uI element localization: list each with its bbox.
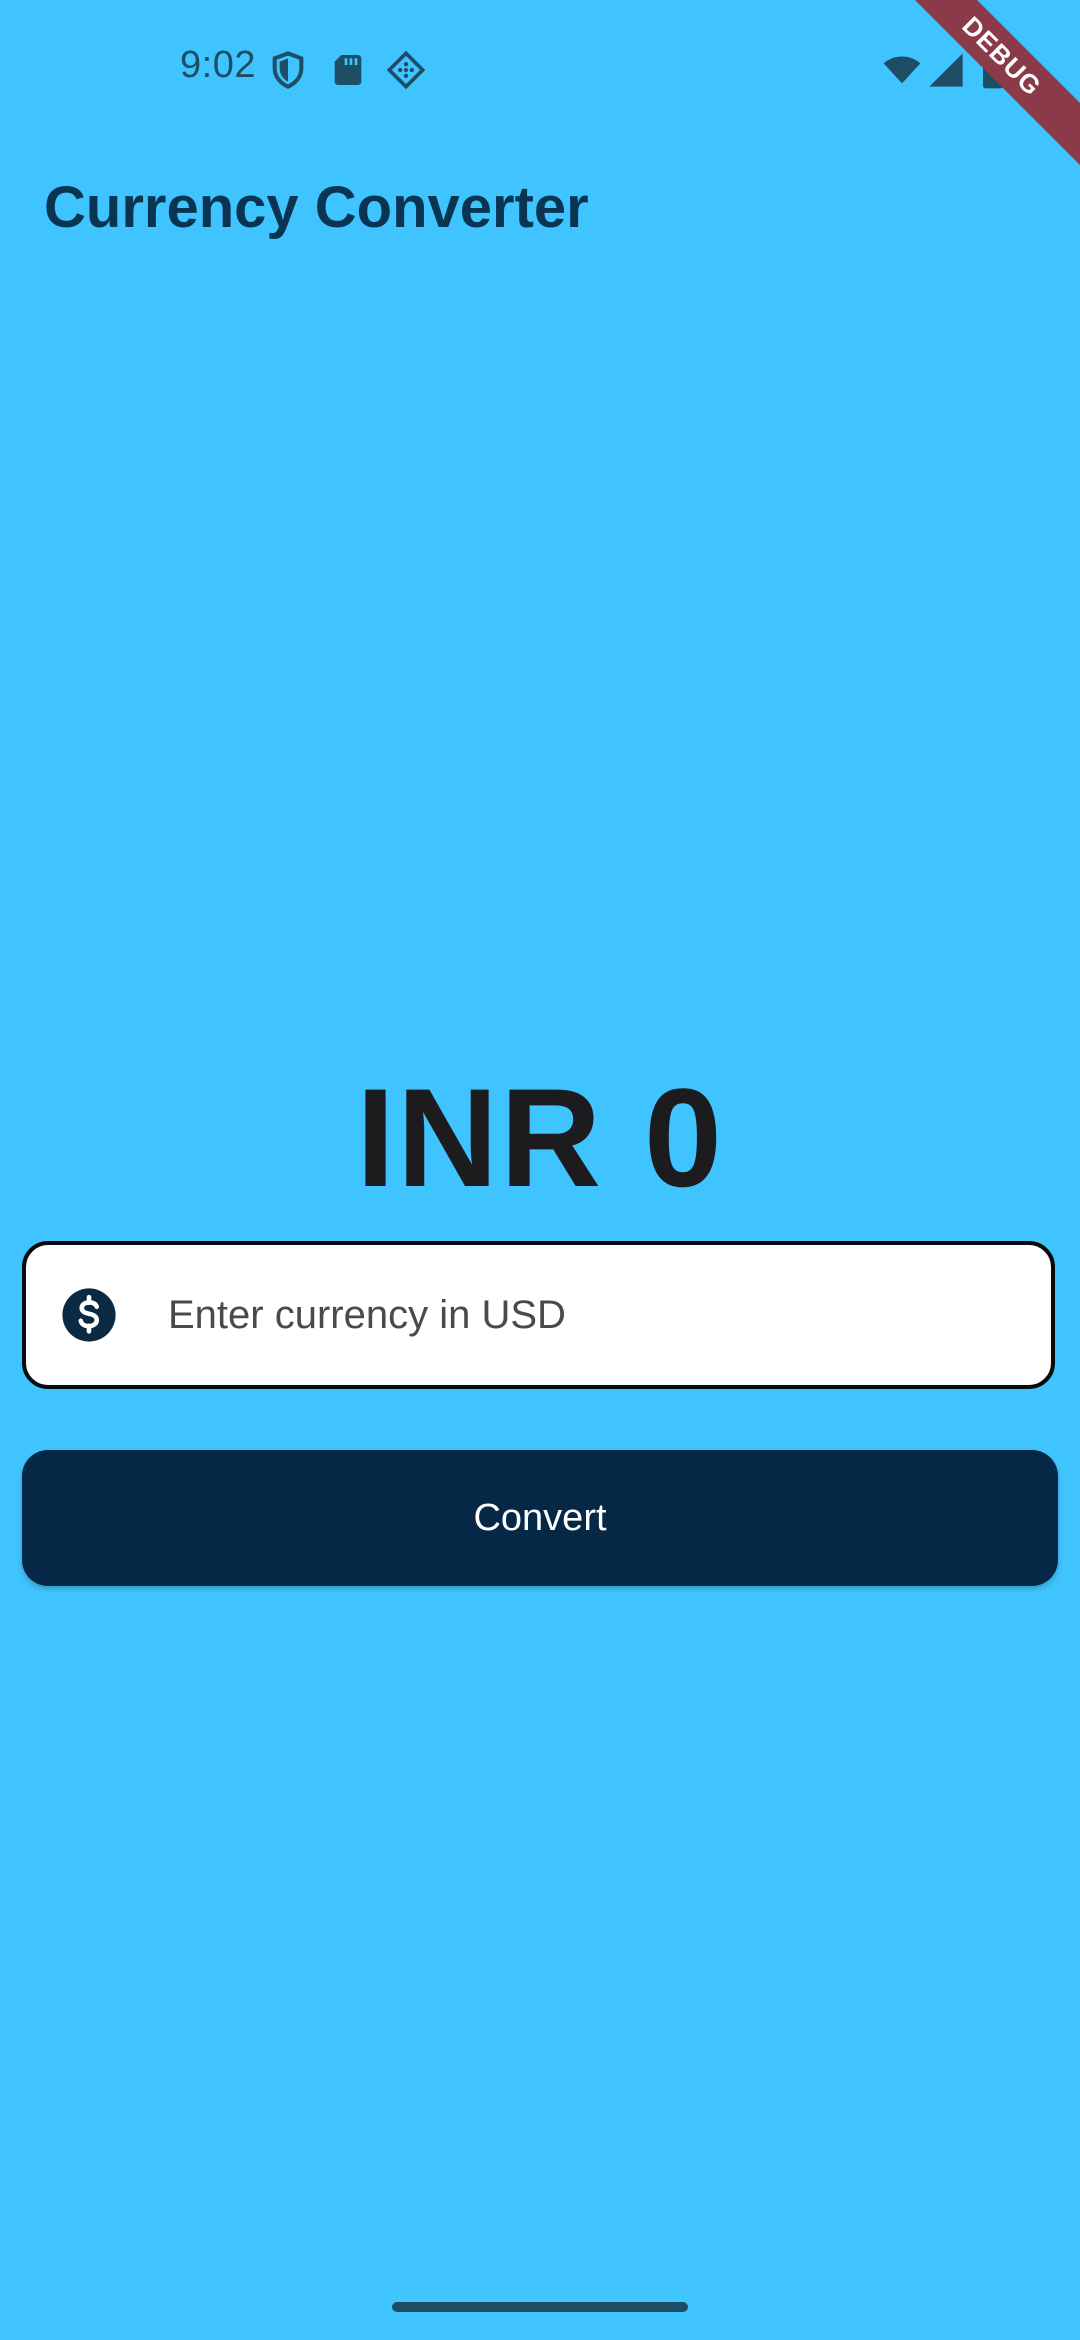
shield-icon [268, 50, 308, 90]
status-bar: 9:02 DEBUG [0, 0, 1080, 178]
dollar-circle-icon [60, 1286, 118, 1344]
convert-button[interactable]: Convert [22, 1450, 1058, 1586]
app-screen: 9:02 DEBUG Currency Converter INR 0 Ente… [0, 0, 1080, 2340]
signal-icon [926, 50, 966, 90]
sd-card-icon [328, 50, 368, 90]
page-title: Currency Converter [44, 175, 589, 240]
status-time: 9:02 [180, 44, 256, 86]
currency-input-container[interactable] [22, 1241, 1055, 1389]
gesture-navigation-bar[interactable] [392, 2302, 688, 2312]
conversion-result: INR 0 [356, 1059, 724, 1216]
currency-input[interactable] [168, 1245, 1051, 1385]
cellular-data-icon [386, 50, 426, 90]
wifi-icon [880, 50, 924, 90]
